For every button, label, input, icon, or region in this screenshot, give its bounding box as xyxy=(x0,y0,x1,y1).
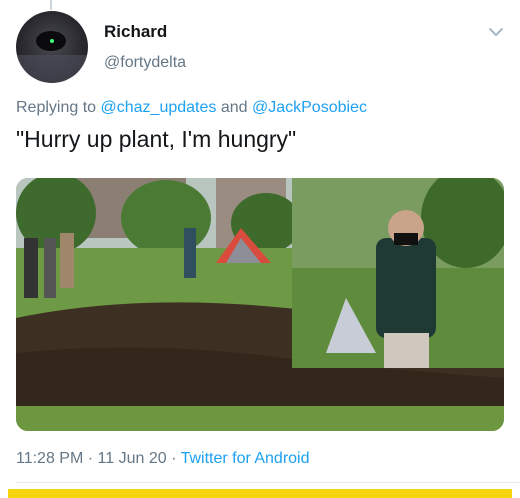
mention-link-jackposobiec[interactable]: @JackPosobiec xyxy=(252,99,367,116)
tweet-timestamp: 11:28 PM · 11 Jun 20 · Twitter for Andro… xyxy=(16,450,310,467)
replying-joiner: and xyxy=(220,99,248,116)
bottom-highlight-bar xyxy=(8,489,512,498)
tweet-photo[interactable] xyxy=(16,178,504,431)
tweet-text: "Hurry up plant, I'm hungry" xyxy=(16,126,297,152)
mention-link-chaz-updates[interactable]: @chaz_updates xyxy=(101,99,217,116)
thread-connector-line xyxy=(50,0,52,10)
replying-prefix: Replying to xyxy=(16,99,97,116)
chevron-down-icon[interactable] xyxy=(488,26,504,38)
divider xyxy=(16,482,520,483)
user-handle[interactable]: @fortydelta xyxy=(104,54,186,72)
replying-to-line: Replying to @chaz_updates and @JackPosob… xyxy=(16,99,367,117)
tweet-date[interactable]: 11 Jun 20 xyxy=(98,450,167,467)
display-name[interactable]: Richard xyxy=(104,22,167,42)
avatar[interactable] xyxy=(16,11,88,83)
garden-photo-illustration xyxy=(16,178,504,431)
tweet-time[interactable]: 11:28 PM xyxy=(16,450,83,467)
tweet-source-link[interactable]: Twitter for Android xyxy=(181,450,310,467)
